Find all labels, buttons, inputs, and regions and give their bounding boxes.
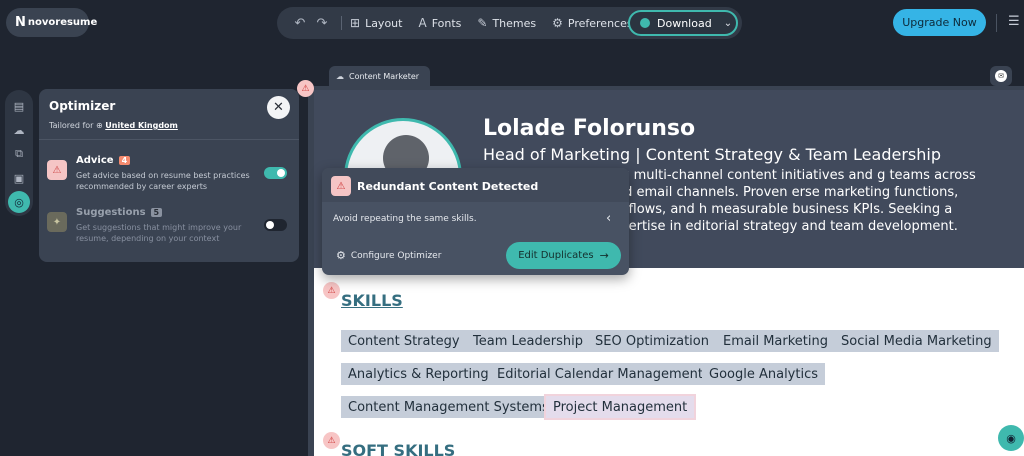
redundant-content-popover: ⚠ Redundant Content Detected Avoid repea… xyxy=(322,168,629,275)
layout-label: Layout xyxy=(365,16,403,30)
chevron-down-icon[interactable]: ⌄ xyxy=(724,18,732,29)
skill-chip[interactable]: Content Strategy xyxy=(341,330,467,352)
fonts-label: Fonts xyxy=(431,16,462,30)
document-icon[interactable]: ▤ xyxy=(8,95,30,117)
image-icon[interactable]: ▣ xyxy=(8,167,30,189)
toggle-knob xyxy=(266,221,274,229)
upgrade-button[interactable]: Upgrade Now xyxy=(893,9,986,36)
preferences-button[interactable]: ⚙ Preferences xyxy=(552,16,632,30)
download-button[interactable]: Download ⌄ xyxy=(628,10,738,36)
themes-button[interactable]: ✎ Themes xyxy=(477,16,536,30)
redo-icon[interactable]: ↷ xyxy=(311,16,333,31)
skills-heading[interactable]: SKILLS xyxy=(341,291,403,310)
suggestions-toggle[interactable] xyxy=(264,219,287,231)
warning-icon[interactable]: ⚠ xyxy=(297,80,314,97)
skill-chip[interactable]: Team Leadership xyxy=(466,330,590,352)
brush-icon: ✎ xyxy=(477,16,488,30)
skill-chip[interactable]: Google Analytics xyxy=(702,363,826,385)
skill-chip[interactable]: Content Management Systems xyxy=(341,396,556,418)
resume-name[interactable]: Lolade Folorunso xyxy=(483,116,695,141)
close-icon: ✕ xyxy=(273,100,284,115)
edit-duplicates-button[interactable]: Edit Duplicates → xyxy=(506,242,621,269)
toolbar-divider xyxy=(341,16,342,30)
resume-tab[interactable]: ☁ Content Marketer xyxy=(329,66,430,86)
cloud-icon[interactable]: ☁ xyxy=(8,119,30,141)
skill-chip[interactable]: Email Marketing xyxy=(716,330,835,352)
download-label: Download xyxy=(657,16,712,30)
suggestions-description: Get suggestions that might improve your … xyxy=(76,223,242,243)
suggestions-label: Suggestions xyxy=(76,207,146,218)
resume-role[interactable]: Head of Marketing | Content Strategy & T… xyxy=(483,145,941,164)
warning-icon: ⚠ xyxy=(331,176,351,196)
skill-chip[interactable]: Analytics & Reporting xyxy=(341,363,496,385)
fonts-button[interactable]: A Fonts xyxy=(418,16,461,30)
warning-icon[interactable]: ⚠ xyxy=(323,432,340,449)
country-link[interactable]: United Kingdom xyxy=(105,121,178,130)
cloud-icon: ☁ xyxy=(336,71,344,81)
advice-count: 4 xyxy=(118,156,131,165)
optimizer-icon[interactable]: ◎ xyxy=(8,191,30,213)
undo-icon[interactable]: ↶ xyxy=(289,16,311,31)
resume-body xyxy=(314,268,1024,456)
toggle-knob xyxy=(277,169,285,177)
advice-description: Get advice based on resume best practice… xyxy=(76,171,250,191)
chat-icon: ◉ xyxy=(1006,431,1016,445)
skill-chip[interactable]: Social Media Marketing xyxy=(834,330,999,352)
edit-duplicates-label: Edit Duplicates xyxy=(518,250,594,261)
suggestions-title: Suggestions 5 xyxy=(76,207,163,218)
skill-chip[interactable]: Editorial Calendar Management xyxy=(490,363,711,385)
layout-icon: ⊞ xyxy=(350,16,361,30)
configure-optimizer-button[interactable]: ⚙ Configure Optimizer xyxy=(336,249,441,262)
layout-button[interactable]: ⊞ Layout xyxy=(350,16,402,30)
arrow-right-icon: → xyxy=(599,249,609,262)
popover-title: Redundant Content Detected xyxy=(357,180,539,193)
advice-toggle[interactable] xyxy=(264,167,287,179)
themes-label: Themes xyxy=(492,16,537,30)
optimizer-divider xyxy=(39,139,299,140)
left-rail: ▤ ☁ ⧉ ▣ ◎ xyxy=(5,90,33,216)
lightbulb-icon: ✦ xyxy=(47,212,67,232)
warning-icon[interactable]: ⚠ xyxy=(323,282,340,299)
top-bar: N novoresume ↶ ↷ ⊞ Layout A Fonts ✎ Them… xyxy=(0,0,1024,46)
close-button[interactable]: ✕ xyxy=(267,96,290,119)
brand-name: novoresume xyxy=(27,17,98,28)
advice-title: Advice 4 xyxy=(76,155,131,166)
brand-logo[interactable]: N novoresume xyxy=(6,8,97,37)
suggestions-count: 5 xyxy=(150,208,163,217)
header-divider xyxy=(996,14,997,32)
mail-button[interactable]: ✉ xyxy=(990,66,1012,86)
gear-icon: ⚙ xyxy=(552,16,563,30)
skill-chip[interactable]: SEO Optimization xyxy=(588,330,716,352)
gear-icon: ⚙ xyxy=(336,249,346,262)
configure-label: Configure Optimizer xyxy=(350,250,442,261)
menu-icon[interactable]: ☰ xyxy=(1008,14,1020,29)
tab-label: Content Marketer xyxy=(349,71,420,81)
skill-chip-duplicate[interactable]: Project Management xyxy=(546,396,695,418)
popover-description: Avoid repeating the same skills. xyxy=(333,214,477,224)
mail-icon: ✉ xyxy=(995,70,1007,82)
optimizer-title: Optimizer xyxy=(49,99,116,113)
optimizer-subtitle: Tailored for ⊕ United Kingdom xyxy=(49,121,178,130)
tailored-prefix: Tailored for xyxy=(49,121,94,130)
sections-icon[interactable]: ⧉ xyxy=(8,143,30,165)
preferences-label: Preferences xyxy=(567,16,633,30)
chevron-left-icon[interactable]: ‹ xyxy=(606,211,611,226)
download-icon xyxy=(640,18,650,28)
advice-label: Advice xyxy=(76,155,114,166)
chat-button[interactable]: ◉ xyxy=(998,425,1024,451)
warning-icon: ⚠ xyxy=(47,160,67,180)
font-icon: A xyxy=(418,16,427,30)
logo-mark-icon: N xyxy=(15,15,26,30)
optimizer-panel: Optimizer Tailored for ⊕ United Kingdom … xyxy=(39,89,299,262)
soft-skills-heading[interactable]: SOFT SKILLS xyxy=(341,441,455,456)
globe-icon: ⊕ xyxy=(96,121,103,130)
